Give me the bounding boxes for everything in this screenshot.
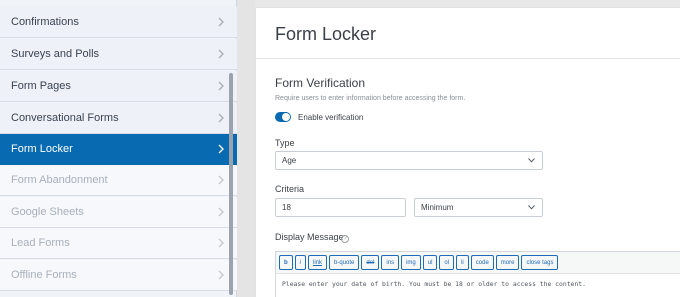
type-label: Type — [275, 138, 295, 148]
sidebar-item-label: Offline Forms — [11, 269, 77, 281]
display-message-label: Display Message — [275, 232, 344, 242]
title-divider — [256, 58, 680, 59]
chevron-right-icon — [218, 113, 224, 123]
toolbar-code-button[interactable]: code — [470, 255, 494, 270]
sidebar-scrollbar[interactable] — [229, 73, 233, 295]
criteria-mode-value: Minimum — [421, 203, 454, 212]
section-description: Require users to enter information befor… — [275, 95, 466, 102]
toolbar-ins-button[interactable]: ins — [381, 255, 400, 270]
sidebar-item-label: Form Pages — [11, 80, 71, 92]
enable-verification-toggle[interactable] — [275, 112, 291, 122]
chevron-down-icon — [528, 158, 535, 163]
criteria-mode-select[interactable]: Minimum — [414, 198, 543, 217]
toolbar-italic-button[interactable]: i — [294, 255, 307, 270]
sidebar-item-google-sheets[interactable]: Google Sheets — [0, 197, 237, 228]
toolbar-ul-button[interactable]: ul — [422, 255, 438, 270]
sidebar-item-label: Form Locker — [11, 143, 73, 155]
form-locker-panel: Form Locker Form Verification Require us… — [255, 7, 680, 297]
page-title: Form Locker — [275, 24, 377, 44]
help-circle-icon[interactable]: ? — [341, 235, 349, 243]
chevron-right-icon — [218, 144, 224, 154]
sidebar-item-label: Form Abandonment — [11, 174, 108, 186]
toolbar-more-button[interactable]: more — [495, 255, 520, 270]
display-message-editor: b i link b-quote del ins img ul ol li co… — [275, 251, 680, 297]
criteria-label: Criteria — [275, 184, 305, 194]
enable-verification-label: Enable verification — [298, 113, 364, 122]
sidebar-item-offline-forms[interactable]: Offline Forms — [0, 260, 237, 291]
sidebar-item-form-locker[interactable]: Form Locker — [0, 134, 237, 165]
section-title: Form Verification — [275, 76, 366, 90]
criteria-age-value: 18 — [282, 203, 291, 212]
sidebar-item-label: Surveys and Polls — [11, 48, 100, 60]
chevron-right-icon — [218, 238, 224, 248]
toolbar-img-button[interactable]: img — [401, 255, 421, 270]
sidebar-item-form-pages[interactable]: Form Pages — [0, 71, 237, 102]
chevron-down-icon — [528, 205, 535, 210]
sidebar-item-label: Confirmations — [11, 16, 79, 28]
criteria-age-input[interactable]: 18 — [275, 198, 406, 217]
toolbar-close-tags-button[interactable]: close tags — [521, 255, 559, 270]
sidebar-item-surveys-and-polls[interactable]: Surveys and Polls — [0, 39, 237, 70]
display-message-textarea[interactable]: Please enter your date of birth. You mus… — [276, 273, 680, 297]
toolbar-blockquote-button[interactable]: b-quote — [329, 255, 360, 270]
sidebar-item-label: Lead Forms — [11, 237, 70, 249]
toolbar-bold-button[interactable]: b — [279, 255, 293, 270]
layout-gap — [237, 0, 255, 297]
chevron-right-icon — [218, 207, 224, 217]
chevron-right-icon — [218, 270, 224, 280]
chevron-right-icon — [218, 49, 224, 59]
chevron-right-icon — [218, 17, 224, 27]
toolbar-del-button[interactable]: del — [361, 255, 380, 270]
sidebar-item-label: Google Sheets — [11, 206, 84, 218]
sidebar-item-lead-forms[interactable]: Lead Forms — [0, 228, 237, 259]
sidebar-item-label: Conversational Forms — [11, 112, 119, 124]
editor-toolbar: b i link b-quote del ins img ul ol li co… — [279, 255, 559, 270]
settings-sidebar: Confirmations Surveys and Polls Form Pag… — [0, 0, 237, 297]
sidebar-item-form-abandonment[interactable]: Form Abandonment — [0, 165, 237, 196]
chevron-right-icon — [218, 81, 224, 91]
type-select[interactable]: Age — [275, 151, 543, 170]
toolbar-li-button[interactable]: li — [456, 255, 469, 270]
sidebar-item-conversational-forms[interactable]: Conversational Forms — [0, 103, 237, 134]
type-select-value: Age — [282, 156, 297, 165]
sidebar-item-confirmations[interactable]: Confirmations — [0, 7, 237, 38]
toggle-knob — [282, 113, 290, 121]
chevron-right-icon — [218, 175, 224, 185]
toolbar-ol-button[interactable]: ol — [439, 255, 455, 270]
toolbar-link-button[interactable]: link — [308, 255, 328, 270]
